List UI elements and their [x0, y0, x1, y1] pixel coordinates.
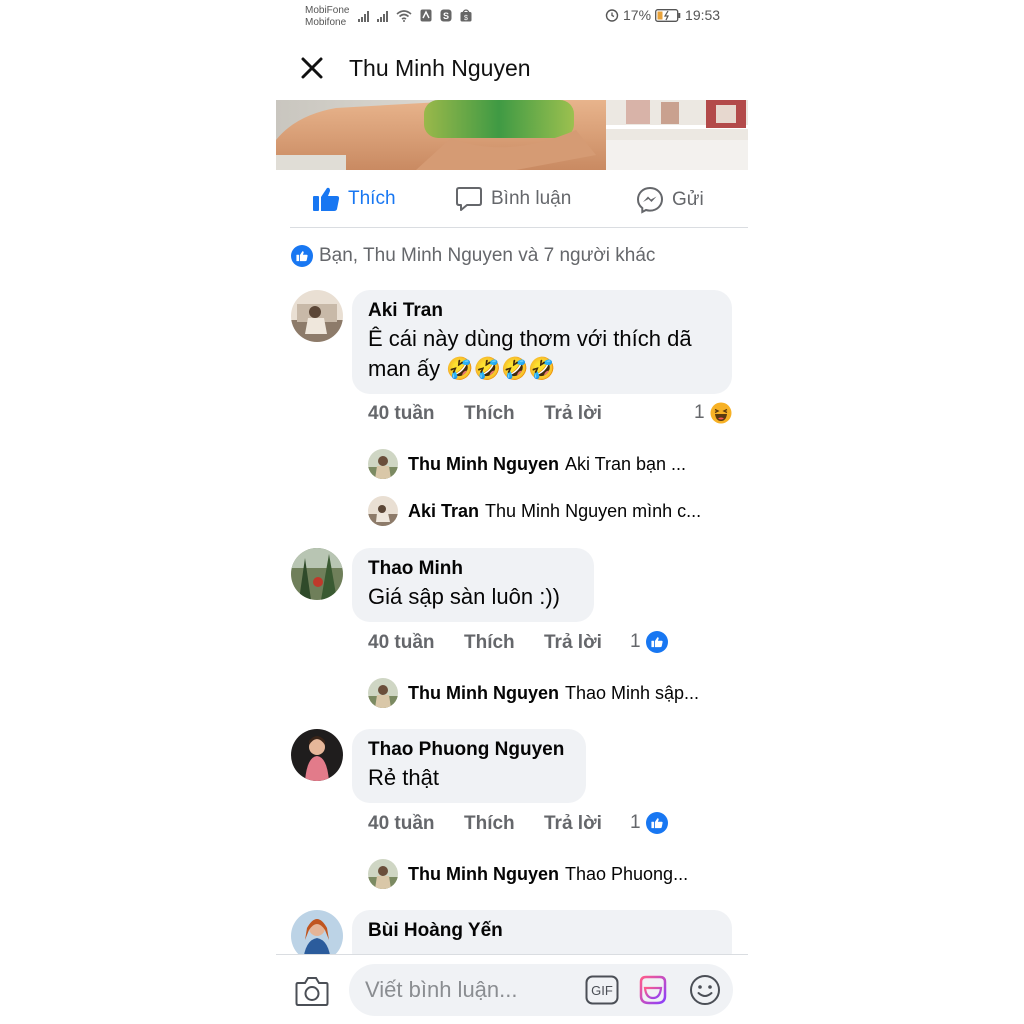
- carrier-labels: MobiFone Mobifone: [305, 5, 349, 29]
- avatar-sticker-button[interactable]: [637, 974, 669, 1011]
- reply-text: Thu Minh Nguyen mình c...: [485, 500, 702, 521]
- reply-author: Thu Minh Nguyen: [408, 863, 559, 884]
- comment-reply-link[interactable]: Trả lời: [544, 813, 602, 835]
- comment-time: 40 tuần: [368, 632, 435, 653]
- emoji-button[interactable]: [689, 974, 721, 1011]
- comment-author[interactable]: Thao Phuong Nguyen: [368, 739, 570, 761]
- avatar: [368, 678, 398, 708]
- comment-like-link[interactable]: Thích: [464, 813, 515, 835]
- reply-author: Aki Tran: [408, 500, 480, 521]
- status-icons-right: 17% 19:53: [605, 7, 720, 23]
- reply-preview[interactable]: Thu Minh Nguyen Thao Minh sập...: [368, 678, 699, 708]
- comment-bubble[interactable]: Thao Minh Giá sập sàn luôn :)): [352, 548, 594, 622]
- like-reaction-icon: [645, 631, 668, 653]
- carrier-2: Mobifone: [305, 17, 347, 28]
- reply-text: Thao Phuong...: [564, 863, 689, 884]
- status-time: 19:53: [685, 7, 721, 23]
- avatar: [368, 859, 398, 889]
- close-icon: [301, 57, 323, 79]
- comment-bubble[interactable]: Aki Tran Ê cái này dùng thơm với thích d…: [352, 290, 732, 394]
- app-notification-icon: [420, 9, 432, 22]
- alarm-icon: [605, 9, 619, 22]
- emoji-icon: [690, 975, 720, 1005]
- comment-text: Rẻ thật: [368, 765, 439, 790]
- comment-input[interactable]: Viết bình luận...: [365, 977, 518, 1003]
- comment-reactions[interactable]: 1: [630, 812, 668, 834]
- signal-icon: [358, 10, 369, 22]
- like-reaction-icon: [645, 812, 668, 834]
- skype-icon: S: [440, 9, 452, 22]
- gif-button[interactable]: GIF: [585, 975, 619, 1010]
- svg-text:S: S: [443, 11, 449, 21]
- shopping-bag-icon: $: [460, 9, 472, 22]
- like-action-button[interactable]: Thích: [312, 186, 396, 212]
- gif-icon: GIF: [585, 975, 619, 1005]
- post-image[interactable]: [276, 100, 748, 170]
- comment-composer[interactable]: Viết bình luận... GIF: [349, 964, 733, 1016]
- comment-icon: [456, 187, 482, 211]
- battery-icon: [655, 8, 681, 22]
- comment-like-link[interactable]: Thích: [464, 403, 515, 425]
- reaction-count: 1: [630, 812, 641, 833]
- battery-percent: 17%: [623, 7, 652, 23]
- reply-preview[interactable]: Thu Minh Nguyen Thao Phuong...: [368, 859, 688, 889]
- reply-text: Thao Minh sập...: [564, 682, 700, 703]
- avatar[interactable]: [291, 729, 343, 781]
- comment-reactions[interactable]: 1: [694, 402, 732, 424]
- post-photo: [276, 100, 748, 170]
- comment-bubble[interactable]: Thao Phuong Nguyen Rẻ thật: [352, 729, 586, 803]
- comment-author[interactable]: Bùi Hoàng Yến: [368, 920, 716, 942]
- reply-author: Thu Minh Nguyen: [408, 453, 559, 474]
- camera-button[interactable]: [295, 975, 329, 1007]
- reply-text: Aki Tran bạn ...: [564, 453, 687, 474]
- avatar: [368, 449, 398, 479]
- comment-text: Ê cái này dùng thơm với thích dã man ấy …: [368, 326, 692, 381]
- carrier-1: MobiFone: [305, 5, 350, 16]
- phone-screen: MobiFone Mobifone S $ 17% 19:53 Thu Minh…: [276, 0, 748, 1024]
- like-reaction-icon: [291, 245, 313, 267]
- comment-action-label: Bình luận: [491, 188, 572, 209]
- comment-time: 40 tuần: [368, 813, 435, 834]
- send-action-button[interactable]: Gửi: [636, 186, 704, 214]
- comment-author[interactable]: Aki Tran: [368, 300, 716, 322]
- reply-preview[interactable]: Thu Minh Nguyen Aki Tran bạn ...: [368, 449, 686, 479]
- comment-reply-link[interactable]: Trả lời: [544, 632, 602, 654]
- status-icons-left: S $: [358, 9, 472, 22]
- reaction-count: 1: [630, 631, 641, 652]
- svg-text:$: $: [464, 15, 468, 22]
- comment-time: 40 tuần: [368, 403, 435, 424]
- divider: [290, 227, 748, 228]
- likes-summary-text: Bạn, Thu Minh Nguyen và 7 người khác: [319, 245, 656, 266]
- send-action-label: Gửi: [672, 189, 704, 210]
- avatar: [368, 496, 398, 526]
- comment-like-link[interactable]: Thích: [464, 632, 515, 654]
- like-action-label: Thích: [348, 188, 396, 209]
- gif-label: GIF: [591, 983, 613, 998]
- signal-icon: [377, 10, 388, 22]
- comment-reply-link[interactable]: Trả lời: [544, 403, 602, 425]
- messenger-icon: [636, 186, 664, 214]
- reply-preview[interactable]: Aki Tran Thu Minh Nguyen mình c...: [368, 496, 701, 526]
- page-title: Thu Minh Nguyen: [349, 55, 531, 81]
- reply-author: Thu Minh Nguyen: [408, 682, 559, 703]
- haha-reaction-icon: [710, 402, 732, 424]
- camera-icon: [295, 977, 329, 1006]
- thumbs-up-icon: [313, 187, 340, 211]
- comment-text: Giá sập sàn luôn :)): [368, 584, 560, 609]
- avatar-sticker-icon: [639, 975, 667, 1005]
- comment-reactions[interactable]: 1: [630, 631, 668, 653]
- avatar[interactable]: [291, 548, 343, 600]
- likes-summary[interactable]: Bạn, Thu Minh Nguyen và 7 người khác: [291, 245, 655, 267]
- comment-action-button[interactable]: Bình luận: [455, 186, 571, 212]
- reaction-count: 1: [694, 402, 705, 423]
- comment-author[interactable]: Thao Minh: [368, 558, 578, 580]
- close-button[interactable]: [300, 56, 324, 80]
- avatar[interactable]: [291, 290, 343, 342]
- wifi-icon: [396, 10, 412, 22]
